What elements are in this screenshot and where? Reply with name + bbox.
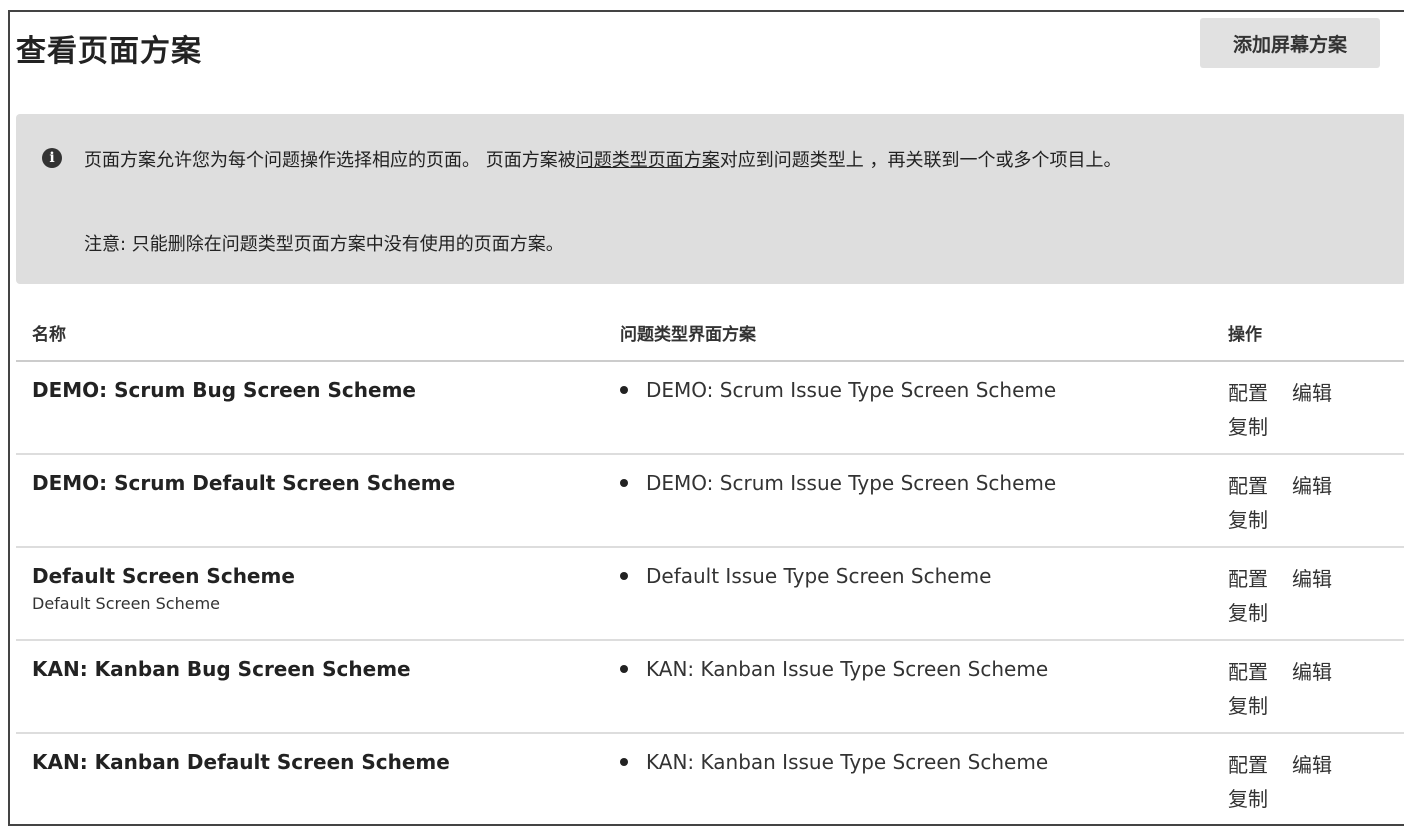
row-ops-cell: 配置 编辑 复制 [1228,562,1398,630]
bullet-icon [620,664,628,673]
bullet-icon [620,571,628,580]
row-ops-cell: 配置 编辑 复制 [1228,376,1398,444]
row-ops-cell: 配置 编辑 复制 [1228,748,1398,816]
issue-type-scheme-name: KAN: Kanban Issue Type Screen Scheme [646,750,1049,774]
row-issue-type-cell: Default Issue Type Screen Scheme [620,564,991,588]
row-issue-type-cell: KAN: Kanban Issue Type Screen Scheme [620,657,1048,681]
copy-link[interactable]: 复制 [1228,694,1268,718]
column-header-issue-type-scheme: 问题类型界面方案 [620,325,756,345]
configure-link[interactable]: 配置 [1228,381,1268,405]
configure-link[interactable]: 配置 [1228,660,1268,684]
copy-link[interactable]: 复制 [1228,508,1268,532]
table-row: Default Screen Scheme Default Screen Sch… [16,548,1404,641]
row-name-cell: KAN: Kanban Default Screen Scheme [32,750,450,774]
page-frame: 查看页面方案 添加屏幕方案 i 页面方案允许您为每个问题操作选择相应的页面。 页… [8,10,1404,826]
row-issue-type-cell: KAN: Kanban Issue Type Screen Scheme [620,750,1048,774]
notice-note: 注意: 只能删除在问题类型页面方案中没有使用的页面方案。 [84,234,564,255]
edit-link[interactable]: 编辑 [1292,474,1332,498]
configure-link[interactable]: 配置 [1228,474,1268,498]
configure-link[interactable]: 配置 [1228,567,1268,591]
table-header: 名称 问题类型界面方案 操作 [16,302,1404,362]
row-name-cell: KAN: Kanban Bug Screen Scheme [32,657,411,681]
column-header-operations: 操作 [1228,325,1262,345]
row-name-cell: DEMO: Scrum Bug Screen Scheme [32,378,416,402]
issue-type-scheme-name: Default Issue Type Screen Scheme [646,564,992,588]
scheme-name: DEMO: Scrum Bug Screen Scheme [32,378,416,402]
scheme-name: Default Screen Scheme [32,564,295,588]
scheme-name: DEMO: Scrum Default Screen Scheme [32,471,456,495]
screen-scheme-table: 名称 问题类型界面方案 操作 DEMO: Scrum Bug Screen Sc… [16,302,1404,824]
copy-link[interactable]: 复制 [1228,787,1268,811]
notice-text: 页面方案允许您为每个问题操作选择相应的页面。 页面方案被问题类型页面方案对应到问… [84,144,1404,178]
scheme-description: Default Screen Scheme [32,594,221,613]
row-ops-cell: 配置 编辑 复制 [1228,469,1398,537]
edit-link[interactable]: 编辑 [1292,753,1332,777]
table-row: KAN: Kanban Default Screen Scheme KAN: K… [16,734,1404,824]
info-notice: i 页面方案允许您为每个问题操作选择相应的页面。 页面方案被问题类型页面方案对应… [16,114,1404,284]
table-row: DEMO: Scrum Default Screen Scheme DEMO: … [16,455,1404,548]
row-ops-cell: 配置 编辑 复制 [1228,655,1398,723]
edit-link[interactable]: 编辑 [1292,381,1332,405]
issue-type-scheme-name: DEMO: Scrum Issue Type Screen Scheme [646,471,1057,495]
edit-link[interactable]: 编辑 [1292,567,1332,591]
copy-link[interactable]: 复制 [1228,415,1268,439]
page-title: 查看页面方案 [16,34,202,69]
issue-type-scheme-name: KAN: Kanban Issue Type Screen Scheme [646,657,1049,681]
issue-type-scheme-name: DEMO: Scrum Issue Type Screen Scheme [646,378,1057,402]
page-header: 查看页面方案 添加屏幕方案 [10,12,1404,92]
edit-link[interactable]: 编辑 [1292,660,1332,684]
row-issue-type-cell: DEMO: Scrum Issue Type Screen Scheme [620,471,1056,495]
add-screen-scheme-button[interactable]: 添加屏幕方案 [1200,18,1380,68]
bullet-icon [620,478,628,487]
table-row: KAN: Kanban Bug Screen Scheme KAN: Kanba… [16,641,1404,734]
bullet-icon [620,757,628,766]
row-name-cell: Default Screen Scheme Default Screen Sch… [32,564,295,613]
notice-text-before: 页面方案允许您为每个问题操作选择相应的页面。 页面方案被 [84,150,576,171]
row-issue-type-cell: DEMO: Scrum Issue Type Screen Scheme [620,378,1056,402]
row-name-cell: DEMO: Scrum Default Screen Scheme [32,471,455,495]
info-icon: i [42,148,62,168]
table-row: DEMO: Scrum Bug Screen Scheme DEMO: Scru… [16,362,1404,455]
scheme-name: KAN: Kanban Bug Screen Scheme [32,657,411,681]
column-header-name: 名称 [32,325,66,345]
configure-link[interactable]: 配置 [1228,753,1268,777]
copy-link[interactable]: 复制 [1228,601,1268,625]
issue-type-screen-scheme-link[interactable]: 问题类型页面方案 [576,150,720,171]
scheme-name: KAN: Kanban Default Screen Scheme [32,750,450,774]
bullet-icon [620,385,628,394]
notice-text-after: 对应到问题类型上 ，再关联到一个或多个项目上。 [719,150,1122,171]
